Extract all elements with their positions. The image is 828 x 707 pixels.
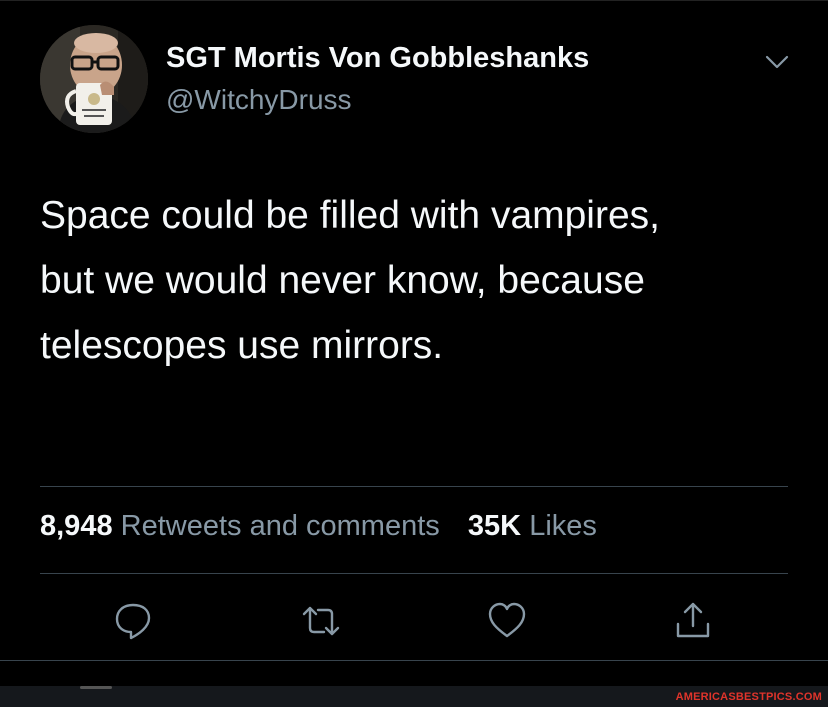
tweet-text-line: Space could be filled with vampires, xyxy=(40,194,660,237)
divider xyxy=(40,573,788,574)
divider xyxy=(0,660,828,661)
heart-icon[interactable] xyxy=(486,600,528,642)
display-name[interactable]: SGT Mortis Von Gobbleshanks xyxy=(166,42,589,75)
divider xyxy=(40,486,788,487)
likes-count[interactable]: 35K xyxy=(468,510,521,542)
tweet-card: SGT Mortis Von Gobbleshanks @WitchyDruss… xyxy=(0,0,828,686)
avatar-image xyxy=(40,25,148,133)
tweet-stats: 8,948 Retweets and comments 35K Likes xyxy=(40,510,597,543)
user-handle[interactable]: @WitchyDruss xyxy=(166,84,352,116)
avatar[interactable] xyxy=(40,25,148,133)
retweets-label[interactable]: Retweets and comments xyxy=(121,510,440,542)
tweet-text-line: telescopes use mirrors. xyxy=(40,324,444,367)
top-edge xyxy=(0,0,828,1)
reply-icon[interactable] xyxy=(112,600,154,642)
tweet-text-line: but we would never know, because xyxy=(40,259,645,302)
tweet-text: Space could be filled with vampires, but… xyxy=(40,183,800,378)
retweet-icon[interactable] xyxy=(300,600,342,642)
share-icon[interactable] xyxy=(672,600,714,642)
chevron-down-icon[interactable] xyxy=(762,50,792,74)
bottom-bar: AMERICASBESTPICS.COM xyxy=(0,686,828,707)
home-indicator xyxy=(80,686,112,689)
likes-label[interactable]: Likes xyxy=(529,510,597,542)
retweets-count[interactable]: 8,948 xyxy=(40,510,113,542)
watermark: AMERICASBESTPICS.COM xyxy=(675,691,822,703)
